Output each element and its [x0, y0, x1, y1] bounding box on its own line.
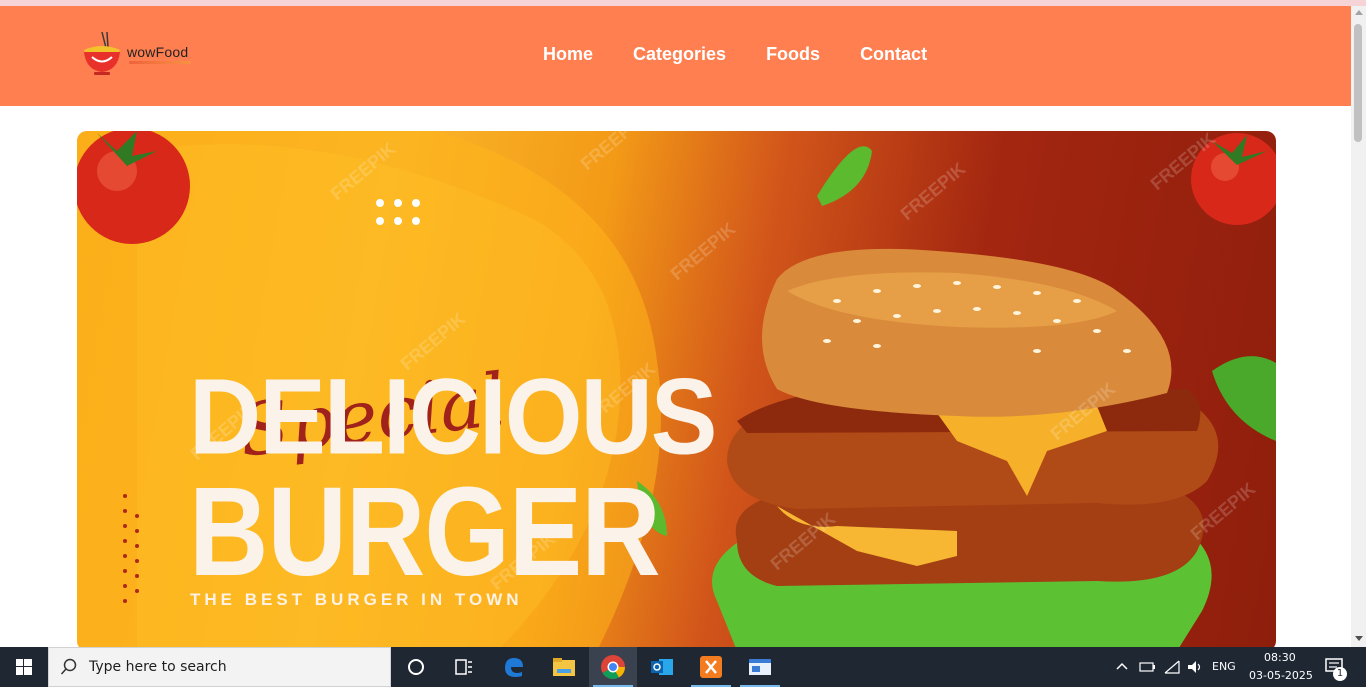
hero-headline-1: DELICIOUS: [189, 356, 717, 478]
clock-date[interactable]: 03-05-2025: [1249, 669, 1313, 682]
cortana-icon: [408, 659, 424, 675]
hero-banner: FREEPIK FREEPIK FREEPIK FREEPIK FREEPIK FREEP…: [77, 131, 1276, 651]
leaf-right: [1212, 356, 1276, 441]
nav-home[interactable]: Home: [543, 44, 593, 68]
xampp-icon: [700, 656, 722, 678]
clock-time[interactable]: 08:30: [1264, 651, 1296, 664]
language-indicator[interactable]: ENG: [1212, 660, 1236, 673]
battery-icon[interactable]: [1139, 661, 1157, 673]
taskbar-notepad[interactable]: [736, 647, 784, 687]
scroll-down-icon[interactable]: [1355, 636, 1363, 641]
scroll-thumb[interactable]: [1354, 24, 1362, 142]
taskbar-search-box[interactable]: Type here to search: [48, 647, 391, 687]
hero-tagline: THE BEST BURGER IN TOWN: [190, 590, 523, 609]
site-logo[interactable]: wowFood: [80, 30, 200, 80]
windows-taskbar: Type here to search ENG 08:30 03-05-2025…: [0, 647, 1366, 687]
page-scrollbar[interactable]: [1351, 6, 1366, 647]
edge-icon: [505, 658, 523, 677]
nav-foods[interactable]: Foods: [766, 44, 820, 68]
search-placeholder: Type here to search: [89, 659, 227, 675]
chevron-up-icon[interactable]: [1115, 660, 1129, 674]
taskbar-xampp[interactable]: [687, 647, 735, 687]
nav-contact[interactable]: Contact: [860, 44, 927, 68]
logo-name: wowFood: [127, 44, 189, 60]
watermark-text: FREEPIK: [897, 159, 970, 224]
taskbar-task-view[interactable]: [440, 647, 488, 687]
task-view-icon: [455, 659, 472, 675]
windows-logo-icon: [16, 659, 32, 675]
wifi-icon[interactable]: [1163, 659, 1181, 675]
notification-center[interactable]: 1: [1320, 655, 1350, 681]
main-menu: Home Categories Foods Contact: [543, 44, 927, 68]
burger-image: [712, 248, 1219, 651]
notepad-icon: [749, 659, 771, 675]
taskbar-edge[interactable]: [490, 647, 538, 687]
site-navbar: wowFood Home Categories Foods Contact: [0, 6, 1351, 106]
search-icon: [60, 658, 77, 675]
nav-categories[interactable]: Categories: [633, 44, 726, 68]
leaf-top: [817, 146, 872, 206]
scroll-up-icon[interactable]: [1355, 10, 1363, 15]
taskbar-file-explorer[interactable]: [540, 647, 588, 687]
taskbar-cortana[interactable]: [392, 647, 440, 687]
taskbar-outlook[interactable]: [638, 647, 686, 687]
chrome-icon: [601, 655, 625, 680]
logo-tagline-mark: [129, 61, 191, 64]
taskbar-chrome[interactable]: [589, 647, 637, 687]
watermark-text: FREEPIK: [667, 219, 740, 284]
start-button[interactable]: [0, 647, 48, 687]
notification-count: 1: [1333, 667, 1347, 681]
food-bowl-icon: [84, 31, 120, 75]
watermark-text: FREEPIK: [577, 131, 650, 174]
outlook-icon: [651, 659, 673, 675]
hero-headline-2: BURGER: [189, 460, 661, 603]
file-explorer-icon: [553, 658, 575, 676]
volume-icon[interactable]: [1186, 659, 1204, 675]
